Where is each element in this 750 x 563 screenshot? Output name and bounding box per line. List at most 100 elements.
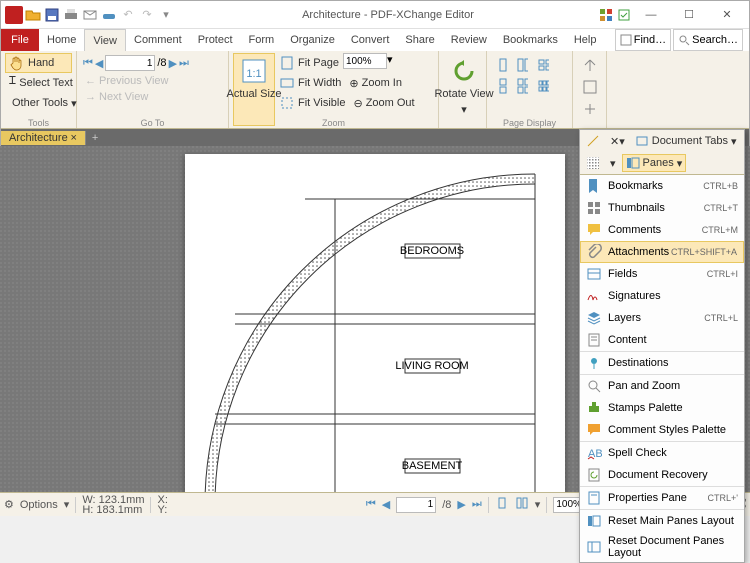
- tab-view[interactable]: View: [84, 29, 126, 51]
- hand-tool[interactable]: Hand: [5, 53, 72, 73]
- panes-menu-document-recovery[interactable]: Document Recovery: [580, 464, 744, 486]
- grid-tool-2[interactable]: ▾: [606, 154, 620, 172]
- close-tab-icon[interactable]: ×: [70, 132, 76, 144]
- menu-label: Content: [608, 334, 647, 346]
- undo-icon[interactable]: ↶: [119, 6, 137, 24]
- shape-tool-2[interactable]: ✕▾: [606, 132, 629, 150]
- menu-shortcut: CTRL+M: [702, 225, 738, 235]
- fit-visible-button[interactable]: Fit Visible: [275, 93, 349, 113]
- panes-menu-thumbnails[interactable]: ThumbnailsCTRL+T: [580, 197, 744, 219]
- cstyles-icon: [586, 422, 602, 438]
- shape-tool-1[interactable]: [582, 132, 604, 150]
- panes-menu-stamps-palette[interactable]: Stamps Palette: [580, 397, 744, 419]
- tab-help[interactable]: Help: [566, 29, 605, 51]
- layout-icon-3[interactable]: ▾: [535, 498, 541, 511]
- save-icon[interactable]: [43, 6, 61, 24]
- scan-icon[interactable]: [100, 6, 118, 24]
- fit-page-button[interactable]: Fit Page: [275, 53, 343, 73]
- status-next-page[interactable]: ▶: [457, 498, 465, 511]
- tab-convert[interactable]: Convert: [343, 29, 398, 51]
- page-display-opt-6[interactable]: [533, 76, 553, 96]
- layout-icon-1[interactable]: [495, 496, 509, 513]
- print-icon[interactable]: [62, 6, 80, 24]
- prev-page-icon[interactable]: ◀: [95, 57, 103, 70]
- menu-label: Destinations: [608, 357, 669, 369]
- drawing-label-basement: BASEMENT: [402, 460, 463, 472]
- fit-width-button[interactable]: Fit Width: [275, 73, 345, 93]
- email-icon[interactable]: [81, 6, 99, 24]
- panes-menu-pan-and-zoom[interactable]: Pan and Zoom: [580, 374, 744, 397]
- menu-label: Document Recovery: [608, 469, 708, 481]
- panes-menu-properties-pane[interactable]: Properties PaneCTRL+': [580, 486, 744, 509]
- panes-menu-bookmarks[interactable]: BookmarksCTRL+B: [580, 175, 744, 197]
- tab-review[interactable]: Review: [443, 29, 495, 51]
- panes-menu-layers[interactable]: LayersCTRL+L: [580, 307, 744, 329]
- document-tab[interactable]: Architecture ×: [1, 131, 86, 145]
- qa-dropdown-icon[interactable]: ▾: [157, 6, 175, 24]
- panes-menu-content[interactable]: Content: [580, 329, 744, 351]
- status-first-page[interactable]: ⏮: [366, 498, 376, 511]
- layout-icon-2[interactable]: [515, 496, 529, 513]
- search-button[interactable]: Search…: [673, 29, 743, 51]
- launch-btn[interactable]: [615, 6, 633, 24]
- actual-size-button[interactable]: 1:1 Actual Size: [233, 53, 275, 126]
- find-button[interactable]: Find…: [615, 29, 671, 51]
- panes-menu-attachments[interactable]: AttachmentsCTRL+SHIFT+A: [580, 241, 744, 263]
- next-view-button[interactable]: →Next View: [81, 89, 224, 105]
- zoom-in-button[interactable]: ⊕Zoom In: [345, 73, 406, 93]
- panes-menu-destinations[interactable]: Destinations: [580, 351, 744, 374]
- page-display-opt-5[interactable]: [512, 76, 532, 96]
- page-display-opt-3[interactable]: [533, 55, 553, 75]
- panes-button[interactable]: Panes ▾: [622, 154, 687, 172]
- zoom-out-button[interactable]: ⊖Zoom Out: [349, 93, 418, 113]
- misc-tool-1[interactable]: [577, 55, 602, 75]
- page-display-opt-1[interactable]: [491, 55, 511, 75]
- panes-menu-fields[interactable]: FieldsCTRL+I: [580, 263, 744, 285]
- zoom-input[interactable]: [343, 53, 387, 69]
- panes-menu-spell-check[interactable]: ABSpell Check: [580, 441, 744, 464]
- panes-menu-reset-document-panes-layout[interactable]: Reset Document Panes Layout: [580, 532, 744, 562]
- tab-form[interactable]: Form: [241, 29, 283, 51]
- open-icon[interactable]: [24, 6, 42, 24]
- maximize-button[interactable]: ☐: [671, 5, 707, 25]
- page-input[interactable]: [105, 55, 155, 71]
- misc-tool-3[interactable]: [577, 99, 602, 119]
- tab-share[interactable]: Share: [397, 29, 442, 51]
- tab-protect[interactable]: Protect: [190, 29, 241, 51]
- status-prev-page[interactable]: ◀: [382, 498, 390, 511]
- close-button[interactable]: ✕: [709, 5, 745, 25]
- status-height: H: 183.1mm: [82, 505, 144, 515]
- panes-menu-comments[interactable]: CommentsCTRL+M: [580, 219, 744, 241]
- previous-view-button[interactable]: ←Previous View: [81, 73, 224, 89]
- page-display-opt-4[interactable]: [491, 76, 511, 96]
- tab-file[interactable]: File: [1, 29, 39, 51]
- panes-menu-comment-styles-palette[interactable]: Comment Styles Palette: [580, 419, 744, 441]
- menu-label: Pan and Zoom: [608, 380, 680, 392]
- add-tab-button[interactable]: +: [86, 132, 104, 144]
- find-label: Find…: [634, 34, 666, 46]
- first-page-icon[interactable]: ⏮: [83, 57, 93, 70]
- status-last-page[interactable]: ⏭: [472, 498, 482, 511]
- tab-bookmarks[interactable]: Bookmarks: [495, 29, 566, 51]
- panes-menu-reset-main-panes-layout[interactable]: Reset Main Panes Layout: [580, 509, 744, 532]
- zoom-dropdown-icon[interactable]: ▾: [387, 53, 393, 73]
- other-tools-button[interactable]: Other Tools ▾: [5, 93, 72, 113]
- document-tabs-button[interactable]: Document Tabs▾: [631, 132, 741, 150]
- panes-menu-signatures[interactable]: Signatures: [580, 285, 744, 307]
- tab-comment[interactable]: Comment: [126, 29, 190, 51]
- options-button[interactable]: Options: [20, 499, 58, 511]
- rotate-view-button[interactable]: Rotate View▾: [443, 53, 485, 120]
- redo-icon[interactable]: ↷: [138, 6, 156, 24]
- tab-home[interactable]: Home: [39, 29, 84, 51]
- misc-tool-2[interactable]: [577, 77, 602, 97]
- select-text-tool[interactable]: ᏆSelect Text: [5, 73, 72, 93]
- next-page-icon[interactable]: ▶: [169, 57, 177, 70]
- page-display-opt-2[interactable]: [512, 55, 532, 75]
- minimize-button[interactable]: —: [633, 5, 669, 25]
- ui-options-icon[interactable]: [597, 6, 615, 24]
- options-icon[interactable]: ⚙: [4, 498, 14, 511]
- grid-tool-1[interactable]: [582, 154, 604, 172]
- status-page-input[interactable]: [396, 497, 436, 513]
- tab-organize[interactable]: Organize: [282, 29, 343, 51]
- last-page-icon[interactable]: ⏭: [179, 57, 189, 70]
